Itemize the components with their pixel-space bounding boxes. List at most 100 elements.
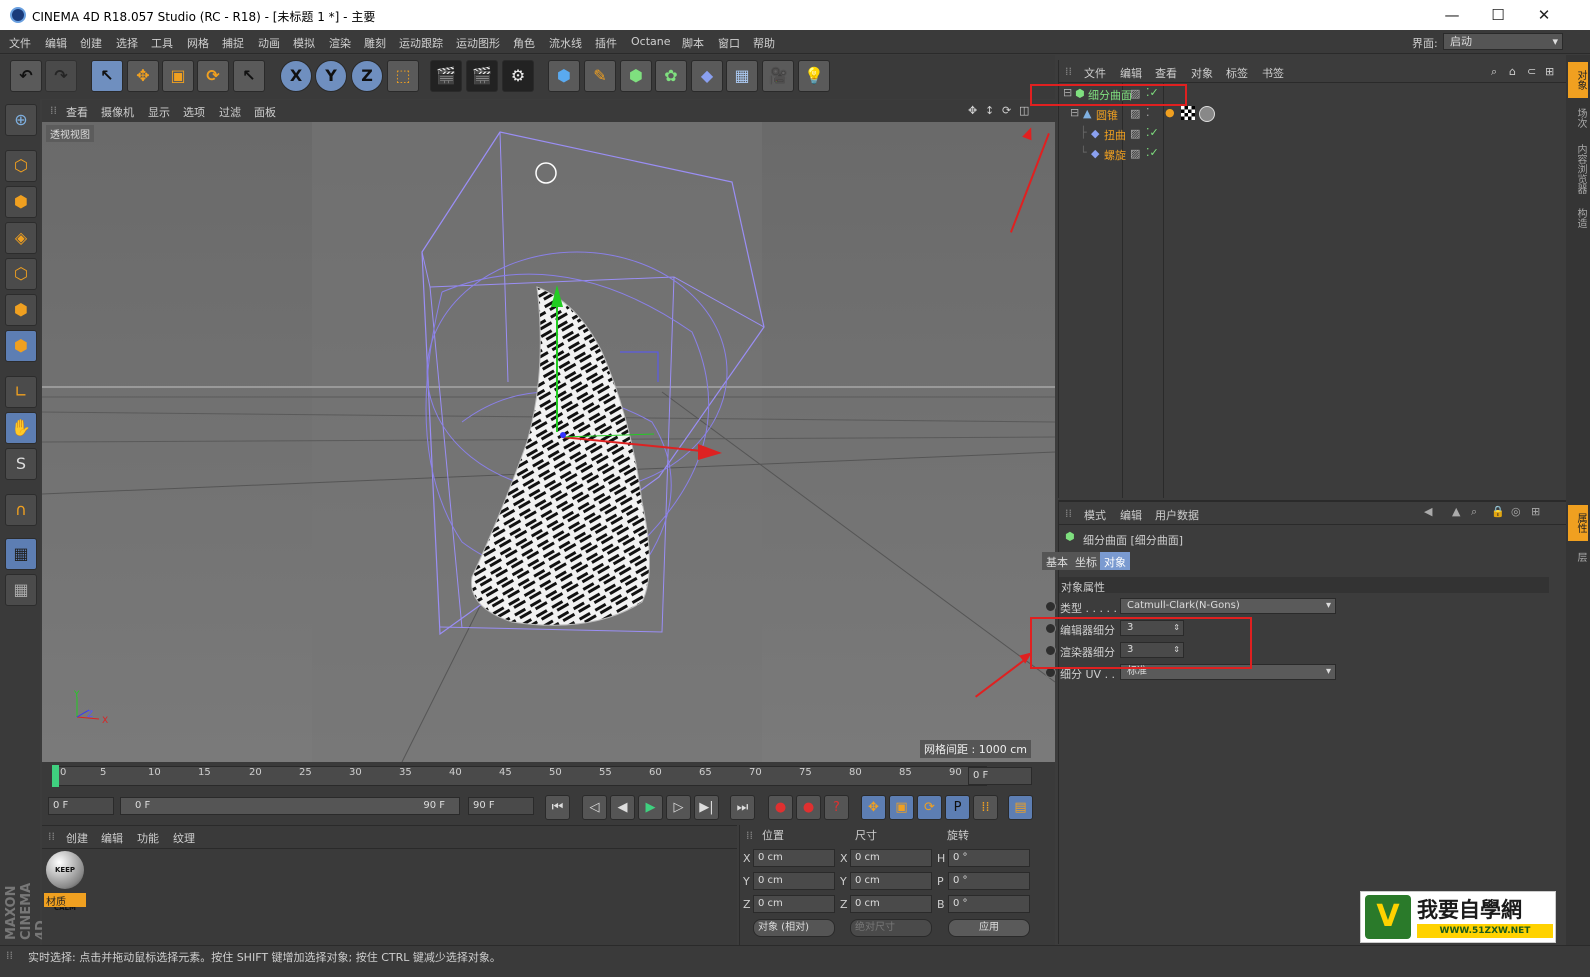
subdivision-surface-button[interactable]: ⬢ <box>620 60 652 92</box>
live-select-button[interactable]: ↖ <box>233 60 265 92</box>
make-editable-button[interactable]: ⊕ <box>5 104 37 136</box>
key-parameter-button[interactable]: P <box>945 795 970 820</box>
tab-coord[interactable]: 坐标 <box>1071 552 1101 570</box>
target-icon[interactable]: ◎ <box>1511 505 1521 518</box>
viewport-menu-options[interactable]: 选项 <box>183 104 205 120</box>
maximize-button[interactable]: ☐ <box>1476 4 1520 26</box>
objmgr-menu-edit[interactable]: 编辑 <box>1120 65 1142 81</box>
menu-animate[interactable]: 动画 <box>258 35 280 51</box>
objmgr-menu-file[interactable]: 文件 <box>1084 65 1106 81</box>
render-view-button[interactable]: 🎬 <box>430 60 462 92</box>
light-button[interactable]: 💡 <box>798 60 830 92</box>
playhead-marker[interactable] <box>52 765 59 787</box>
planar-workplane-button[interactable]: ▦ <box>5 574 37 606</box>
move-tool-button[interactable]: ✥ <box>127 60 159 92</box>
lock-icon[interactable]: 🔒 <box>1491 505 1505 518</box>
next-key-button[interactable]: ▶| <box>694 795 719 820</box>
coord-mode-select[interactable]: 对象 (相对) <box>753 919 835 937</box>
goto-start-button[interactable]: ⏮ <box>545 795 570 820</box>
side-tab-content-browser[interactable]: 内容浏览器 <box>1568 140 1588 198</box>
viewport-toggle-icon[interactable]: ◫ <box>1019 104 1029 117</box>
side-tab-takes[interactable]: 场次 <box>1568 100 1588 136</box>
size-z-field[interactable]: 0 cm <box>850 895 932 913</box>
z-axis-lock-button[interactable]: Z <box>351 60 383 92</box>
attr-menu-userdata[interactable]: 用户数据 <box>1155 507 1199 523</box>
visibility-dots-icon[interactable]: ⁚ <box>1146 106 1150 119</box>
size-x-field[interactable]: 0 cm <box>850 849 932 867</box>
home-icon[interactable]: ⌂ <box>1509 65 1516 78</box>
side-tab-objects[interactable]: 对象 <box>1568 62 1588 98</box>
tree-toggle-icon[interactable]: ⊟ <box>1070 106 1079 119</box>
key-pla-button[interactable]: ⁞⁞ <box>973 795 998 820</box>
pen-spline-button[interactable]: ✎ <box>584 60 616 92</box>
menu-window[interactable]: 窗口 <box>718 35 740 51</box>
viewport-menu-display[interactable]: 显示 <box>148 104 170 120</box>
visibility-check-icon[interactable]: ⁚✓ <box>1146 126 1159 139</box>
up-arrow-icon[interactable]: ▲ <box>1452 505 1460 518</box>
material-menu-edit[interactable]: 编辑 <box>101 830 123 846</box>
visibility-check-icon[interactable]: ⁚✓ <box>1146 146 1159 159</box>
viewport-menu-view[interactable]: 查看 <box>66 104 88 120</box>
key-scale-button[interactable]: ▣ <box>889 795 914 820</box>
end-frame-field[interactable]: 90 F <box>468 797 534 815</box>
select-tool-button[interactable]: ↖ <box>91 60 123 92</box>
tweak-mode-button[interactable]: ✋ <box>5 412 37 444</box>
objmgr-menu-tags[interactable]: 标签 <box>1226 65 1248 81</box>
menu-character[interactable]: 角色 <box>513 35 535 51</box>
viewport-menu-panel[interactable]: 面板 <box>254 104 276 120</box>
apply-button[interactable]: 应用 <box>948 919 1030 937</box>
cube-button[interactable]: ⬢ <box>548 60 580 92</box>
x-axis-lock-button[interactable]: X <box>280 60 312 92</box>
goto-end-button[interactable]: ⏭ <box>730 795 755 820</box>
prev-frame-button[interactable]: ◀ <box>610 795 635 820</box>
menu-edit[interactable]: 编辑 <box>45 35 67 51</box>
viewport[interactable]: Y X Z <box>42 122 1055 762</box>
next-frame-button[interactable]: ▷ <box>666 795 691 820</box>
animate-radio[interactable] <box>1045 601 1056 612</box>
menu-script[interactable]: 脚本 <box>682 35 704 51</box>
menu-create[interactable]: 创建 <box>80 35 102 51</box>
interface-select[interactable]: 启动 ▾ <box>1443 33 1563 50</box>
material-swatch[interactable]: KEEP CALM 材质 <box>44 851 86 912</box>
record-button[interactable]: ● <box>768 795 793 820</box>
menu-snap[interactable]: 捕捉 <box>222 35 244 51</box>
workplane-lock-button[interactable]: ▦ <box>5 538 37 570</box>
menu-file[interactable]: 文件 <box>9 35 31 51</box>
back-arrow-icon[interactable]: ◀ <box>1424 505 1432 518</box>
material-menu-texture[interactable]: 纹理 <box>173 830 195 846</box>
camera-button[interactable]: 🎥 <box>762 60 794 92</box>
prev-key-button[interactable]: ◁ <box>582 795 607 820</box>
model-mode-button[interactable]: ⬡ <box>5 150 37 182</box>
tab-object[interactable]: 对象 <box>1100 552 1130 570</box>
texture-mode-button[interactable]: ⬢ <box>5 186 37 218</box>
menu-tools[interactable]: 工具 <box>151 35 173 51</box>
layer-icon[interactable]: ▨ <box>1130 147 1140 160</box>
key-rotation-button[interactable]: ⟳ <box>917 795 942 820</box>
tab-basic[interactable]: 基本 <box>1042 552 1072 570</box>
key-position-button[interactable]: ✥ <box>861 795 886 820</box>
rotate-tool-button[interactable]: ⟳ <box>197 60 229 92</box>
y-axis-lock-button[interactable]: Y <box>315 60 347 92</box>
cloner-button[interactable]: ✿ <box>655 60 687 92</box>
viewport-zoom-icon[interactable]: ↕ <box>985 104 994 117</box>
points-mode-button[interactable]: ⬡ <box>5 258 37 290</box>
polygons-mode-button[interactable]: ⬢ <box>5 330 37 362</box>
axis-mode-button[interactable]: ∟ <box>5 376 37 408</box>
keyframe-selection-button[interactable]: ? <box>824 795 849 820</box>
viewport-rotate-icon[interactable]: ⟳ <box>1002 104 1011 117</box>
snap-button[interactable]: ∩ <box>5 494 37 526</box>
undo-button[interactable]: ↶ <box>10 60 42 92</box>
search-icon[interactable]: ⌕ <box>1471 505 1477 519</box>
floor-button[interactable]: ▦ <box>726 60 758 92</box>
layer-icon[interactable]: ▨ <box>1130 107 1140 120</box>
viewport-menu-filter[interactable]: 过滤 <box>219 104 241 120</box>
viewport-move-icon[interactable]: ✥ <box>968 104 977 117</box>
workplane-mode-button[interactable]: ◈ <box>5 222 37 254</box>
side-tab-structure[interactable]: 构造 <box>1568 200 1588 236</box>
menu-select[interactable]: 选择 <box>116 35 138 51</box>
minimize-button[interactable]: — <box>1430 4 1474 26</box>
menu-motion-tracking[interactable]: 运动跟踪 <box>399 35 443 51</box>
render-picture-viewer-button[interactable]: 🎬 <box>466 60 498 92</box>
coordinate-system-button[interactable]: ⬚ <box>387 60 419 92</box>
objmgr-menu-view[interactable]: 查看 <box>1155 65 1177 81</box>
